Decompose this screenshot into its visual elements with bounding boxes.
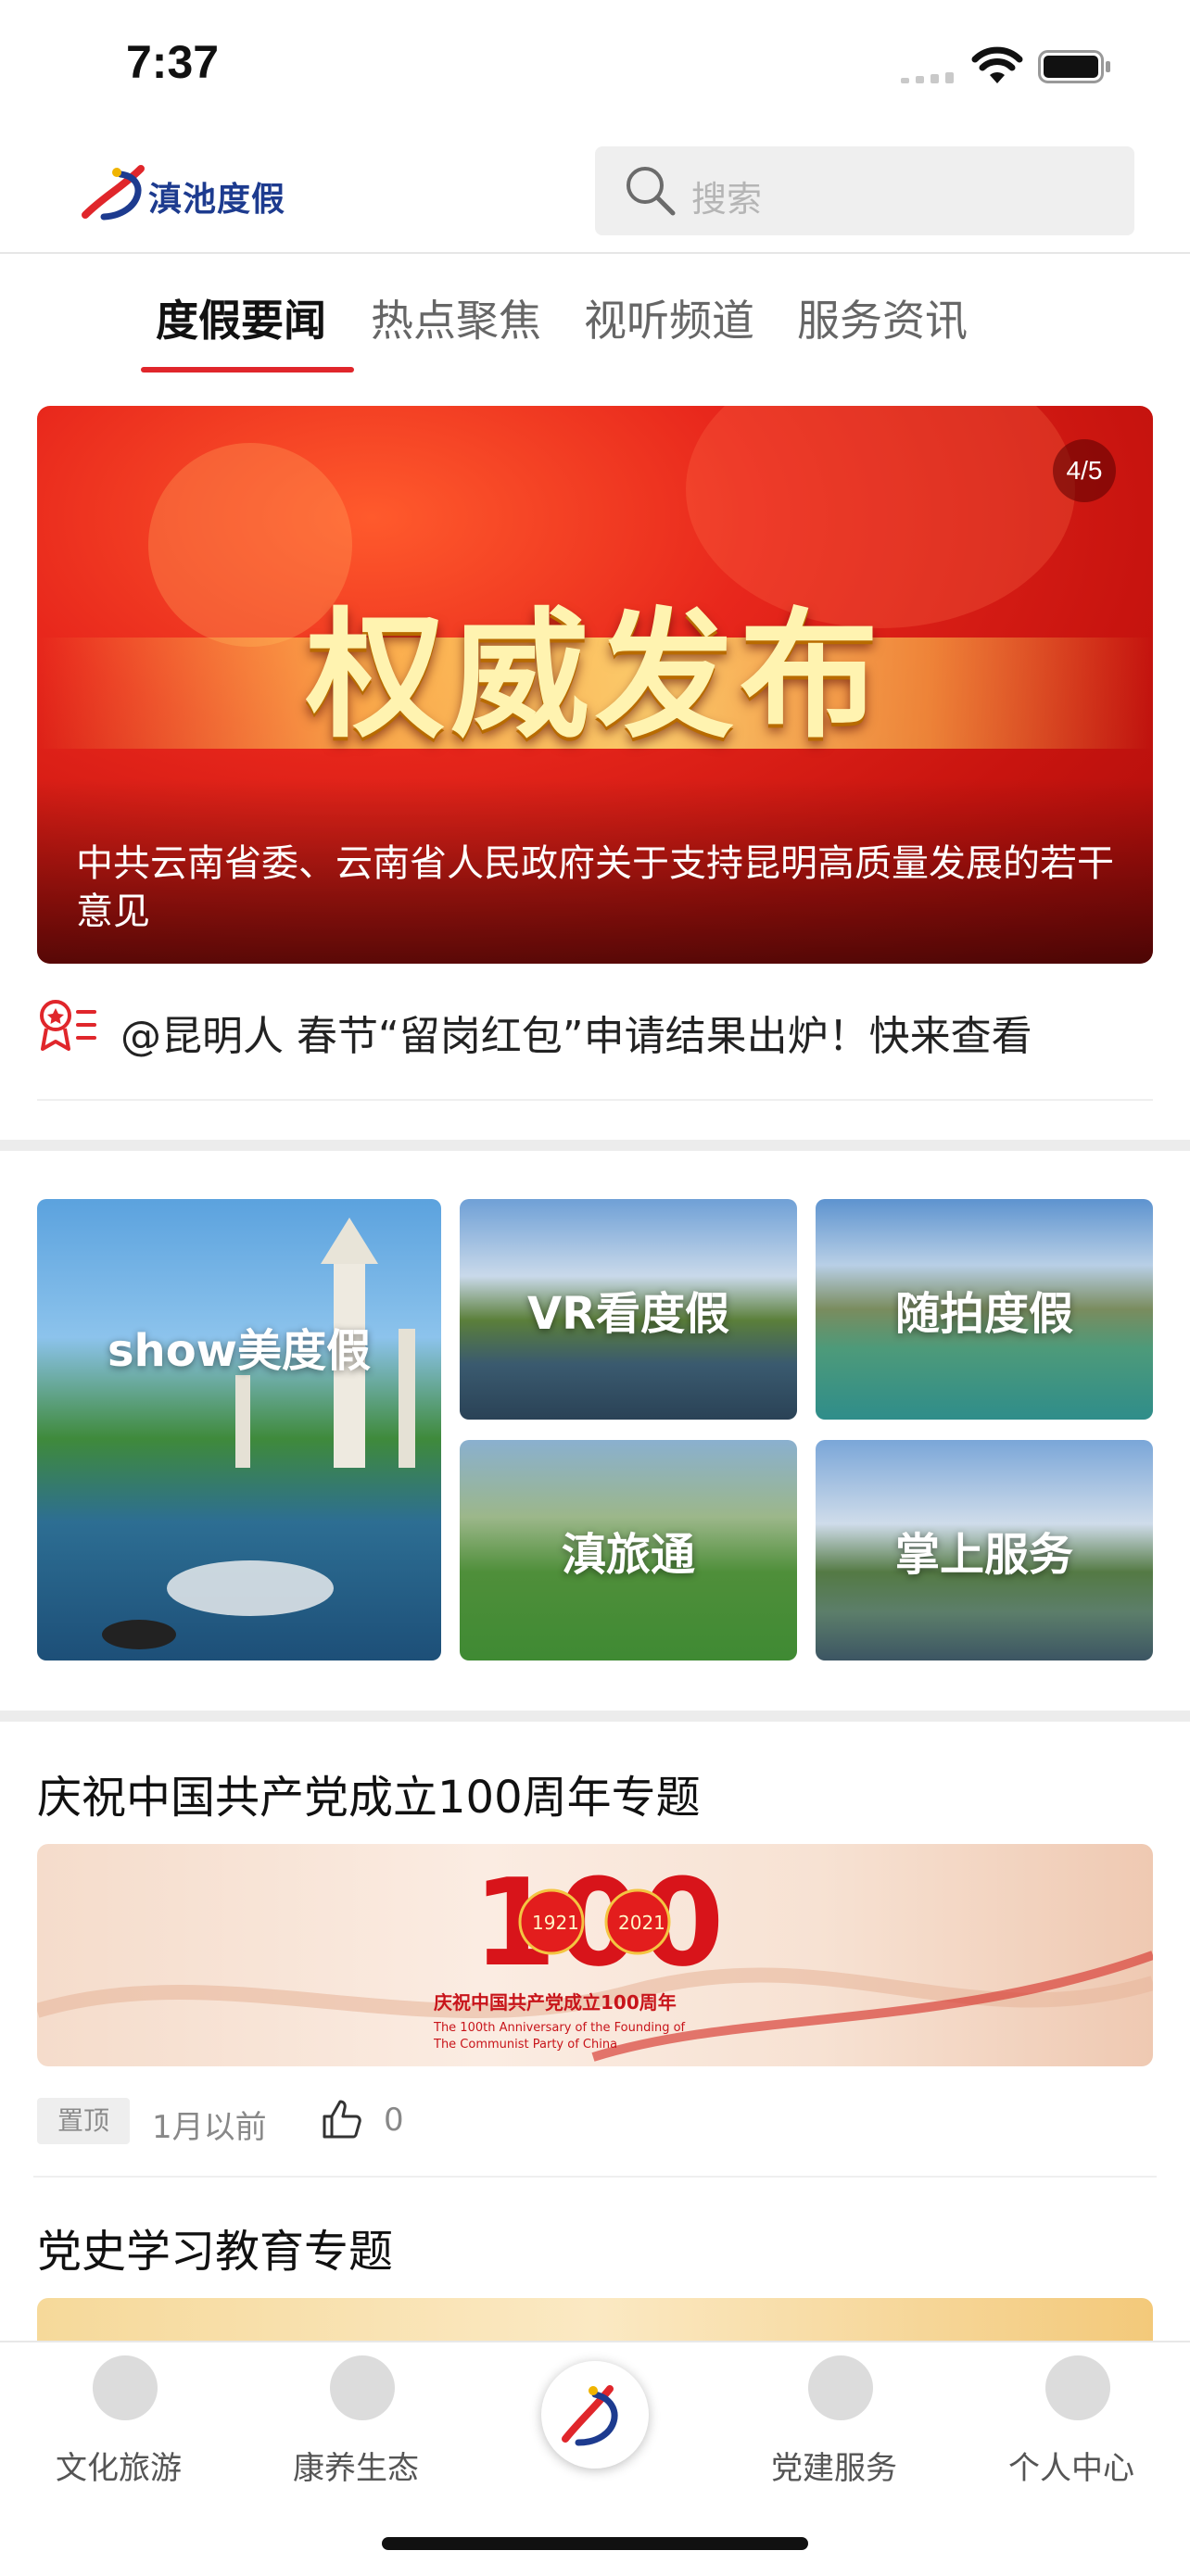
search-input[interactable]: 搜索 bbox=[691, 170, 762, 221]
pagoda-scene-icon bbox=[102, 1218, 415, 1649]
banner-carousel[interactable]: 权威发布 中共云南省委、云南省人民政府关于支持昆明高质量发展的若干意见 4/5 bbox=[37, 406, 1153, 964]
app-logo-text: 滇池度假 bbox=[148, 180, 286, 219]
home-logo-icon bbox=[562, 2385, 618, 2446]
culture-travel-icon bbox=[93, 2355, 158, 2420]
topic-title[interactable]: 党史学习教育专题 bbox=[37, 2215, 393, 2279]
tile-snapshot-vacation-label: 随拍度假 bbox=[894, 1288, 1073, 1340]
pinned-badge: 置顶 bbox=[37, 2098, 130, 2144]
tabbar-label: 个人中心 bbox=[1008, 2450, 1134, 2487]
thumbs-up-icon[interactable] bbox=[321, 2098, 363, 2140]
centenary-headline: 庆祝中国共产党成立100周年 bbox=[434, 1991, 677, 2014]
tab-vacation-news[interactable]: 度假要闻 bbox=[156, 287, 326, 348]
post-time: 1月以前 bbox=[152, 2109, 267, 2146]
tile-mobile-service[interactable]: 掌上服务 bbox=[816, 1440, 1153, 1661]
year-left: 1921 bbox=[532, 1912, 579, 1934]
banner-caption: 中共云南省委、云南省人民政府关于支持昆明高质量发展的若干意见 bbox=[76, 842, 1114, 933]
tabbar-label: 文化旅游 bbox=[56, 2450, 182, 2487]
tile-dian-travel-label: 滇旅通 bbox=[561, 1529, 695, 1581]
tile-vr-vacation-label: VR看度假 bbox=[526, 1288, 730, 1340]
status-time: 7:37 bbox=[126, 36, 220, 88]
party-emblem-icon bbox=[808, 2355, 873, 2420]
tab-hot-focus[interactable]: 热点聚焦 bbox=[371, 287, 541, 348]
tile-show-vacation[interactable]: show美度假 bbox=[37, 1199, 441, 1661]
tile-snapshot-vacation[interactable]: 随拍度假 bbox=[816, 1199, 1153, 1420]
svg-text:100: 100 bbox=[473, 1852, 724, 1993]
centenary-en-line2: The Communist Party of China bbox=[433, 2038, 617, 2052]
header-divider bbox=[0, 252, 1190, 254]
profile-icon bbox=[1045, 2355, 1110, 2420]
section-separator bbox=[0, 1140, 1190, 1151]
list-divider bbox=[33, 2176, 1157, 2178]
tile-show-vacation-label: show美度假 bbox=[107, 1325, 372, 1377]
centenary-emblem-icon: 100 1921 2021 庆祝中国共产党成立100周年 The 100th A… bbox=[37, 1852, 1153, 2062]
headline-badge-icon bbox=[40, 1000, 96, 1051]
search-icon bbox=[627, 167, 676, 216]
tab-audio-video[interactable]: 视听频道 bbox=[584, 287, 754, 348]
banner-title: 权威发布 bbox=[305, 594, 884, 757]
headline-news-link[interactable]: @昆明人 春节“留岗红包”申请结果出炉！快来查看 bbox=[120, 1003, 1149, 1062]
tile-vr-vacation[interactable]: VR看度假 bbox=[460, 1199, 797, 1420]
home-indicator[interactable] bbox=[382, 2537, 808, 2550]
like-count: 0 bbox=[384, 2102, 404, 2139]
tab-service-info[interactable]: 服务资讯 bbox=[797, 287, 968, 348]
headline-divider bbox=[37, 1099, 1153, 1101]
topic-centenary-banner[interactable]: 100 1921 2021 庆祝中国共产党成立100周年 The 100th A… bbox=[37, 1844, 1153, 2066]
tile-mobile-service-label: 掌上服务 bbox=[894, 1529, 1073, 1581]
cellular-signal-icon bbox=[901, 72, 955, 83]
tile-dian-travel[interactable]: 滇旅通 bbox=[460, 1440, 797, 1661]
year-right: 2021 bbox=[618, 1912, 665, 1934]
topic-title[interactable]: 庆祝中国共产党成立100周年专题 bbox=[37, 1761, 701, 1825]
tabbar-label: 党建服务 bbox=[771, 2450, 897, 2487]
centenary-en-line1: The 100th Anniversary of the Founding of bbox=[433, 2021, 686, 2035]
tabbar-label: 康养生态 bbox=[293, 2450, 419, 2487]
wifi-icon bbox=[971, 46, 1023, 83]
tabbar-home-button[interactable] bbox=[541, 2361, 649, 2469]
battery-icon bbox=[1038, 50, 1110, 83]
eco-leaf-icon bbox=[330, 2355, 395, 2420]
active-tab-indicator bbox=[141, 367, 354, 373]
section-separator bbox=[0, 1711, 1190, 1722]
banner-page-counter: 4/5 bbox=[1053, 439, 1116, 502]
